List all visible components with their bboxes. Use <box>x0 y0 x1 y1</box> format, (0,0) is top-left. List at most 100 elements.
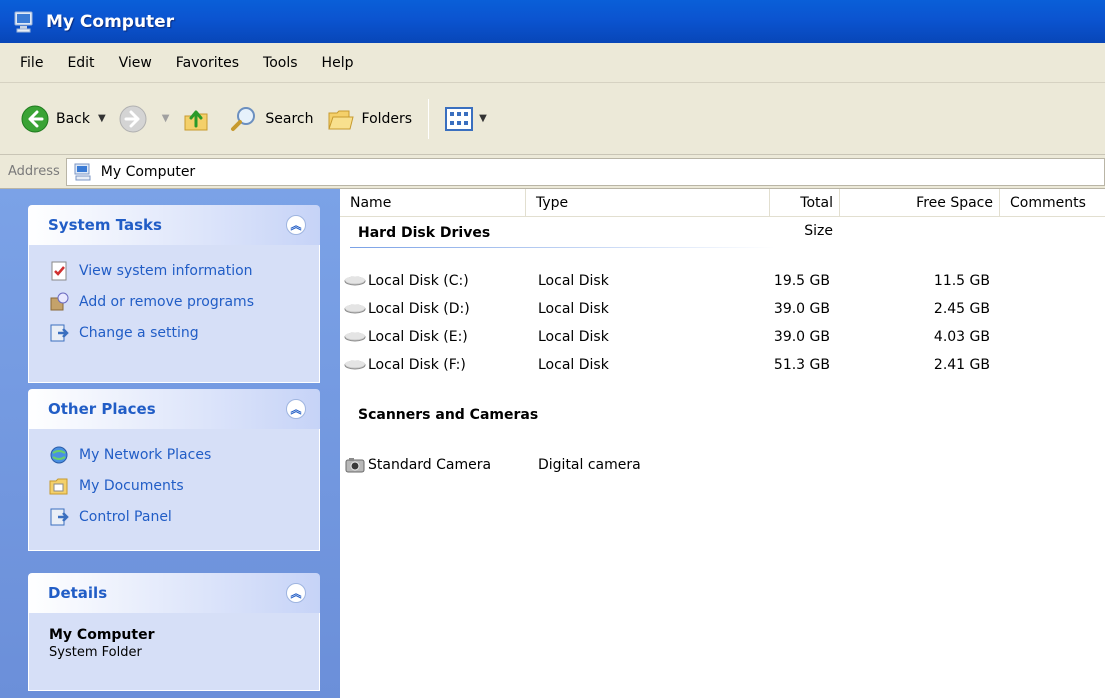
system-tasks-title: System Tasks <box>48 216 162 234</box>
drive-type: Local Disk <box>538 357 609 373</box>
menu-bar: File Edit View Favorites Tools Help <box>0 43 1105 83</box>
computer-icon <box>14 11 33 32</box>
hard-disk-icon <box>344 360 366 370</box>
address-label: Address <box>8 164 60 179</box>
menu-view[interactable]: View <box>107 55 164 71</box>
group-hard-disk-drives: Hard Disk Drives <box>358 225 491 241</box>
view-system-information-link[interactable]: View system information <box>49 255 307 286</box>
menu-help[interactable]: Help <box>310 55 366 71</box>
device-name: Standard Camera <box>368 457 492 473</box>
search-label: Search <box>265 110 314 127</box>
drive-total-size: 19.5 GB <box>773 273 830 289</box>
my-documents-icon <box>49 478 68 494</box>
drive-type: Local Disk <box>538 273 609 289</box>
views-dropdown-icon[interactable]: ▼ <box>479 113 487 124</box>
place-label: My Documents <box>79 477 184 494</box>
details-title: Details <box>48 584 108 602</box>
back-label: Back <box>56 110 90 127</box>
system-tasks-header[interactable]: System Tasks ︽ <box>28 205 320 245</box>
views-button[interactable]: ▼ <box>439 95 493 143</box>
task-label: Change a setting <box>79 324 199 341</box>
other-places-panel: Other Places ︽ My Network Places My Docu… <box>28 389 320 551</box>
group-scanners-and-cameras: Scanners and Cameras <box>358 407 539 423</box>
drive-total-size: 51.3 GB <box>773 357 830 373</box>
task-label: View system information <box>79 262 253 279</box>
details-item-kind: System Folder <box>49 645 142 660</box>
menu-file[interactable]: File <box>8 55 55 71</box>
search-icon <box>231 106 256 131</box>
forward-arrow-icon <box>119 105 147 132</box>
column-type[interactable]: Type <box>526 189 770 217</box>
drive-total-size: 39.0 GB <box>773 329 830 345</box>
computer-icon <box>74 163 91 180</box>
my-network-places-link[interactable]: My Network Places <box>49 439 307 470</box>
control-panel-icon <box>50 324 69 341</box>
menu-edit[interactable]: Edit <box>55 55 106 71</box>
folders-button[interactable]: Folders <box>320 95 419 143</box>
system-info-icon <box>51 261 67 280</box>
column-comments[interactable]: Comments <box>1000 189 1105 217</box>
group-divider <box>350 247 775 248</box>
window-title: My Computer <box>46 11 175 32</box>
menu-tools[interactable]: Tools <box>251 55 310 71</box>
drive-free-space: 11.5 GB <box>933 273 990 289</box>
search-button[interactable]: Search <box>223 95 319 143</box>
place-label: Control Panel <box>79 508 172 525</box>
task-label: Add or remove programs <box>79 293 254 310</box>
up-folder-icon <box>184 110 208 130</box>
address-field[interactable]: My Computer <box>65 157 1105 186</box>
folders-icon <box>327 110 354 129</box>
forward-button[interactable]: ▼ <box>112 95 176 143</box>
camera-icon <box>345 458 365 473</box>
other-places-header[interactable]: Other Places ︽ <box>28 389 320 429</box>
drive-row[interactable]: Local Disk (F:) Local Disk 51.3 GB 2.41 … <box>340 351 1105 379</box>
column-header: Name Type Total Size Free Space Comments <box>340 189 1105 239</box>
hard-disk-icon <box>344 276 366 286</box>
drive-free-space: 4.03 GB <box>933 329 990 345</box>
drive-total-size: 39.0 GB <box>773 301 830 317</box>
address-bar: Address My Computer <box>0 155 1105 189</box>
title-bar[interactable]: My Computer <box>0 0 1105 43</box>
place-label: My Network Places <box>79 446 212 463</box>
details-panel: Details ︽ My Computer System Folder <box>28 573 320 691</box>
drive-type: Local Disk <box>538 301 609 317</box>
drive-row[interactable]: Local Disk (C:) Local Disk 19.5 GB 11.5 … <box>340 267 1105 295</box>
other-places-title: Other Places <box>48 400 156 418</box>
device-row[interactable]: Standard Camera Digital camera <box>340 451 1105 479</box>
control-panel-icon <box>50 508 69 525</box>
column-free-space[interactable]: Free Space <box>840 189 1000 217</box>
toolbar-separator <box>428 98 430 139</box>
drive-name: Local Disk (C:) <box>368 273 469 289</box>
drive-row[interactable]: Local Disk (E:) Local Disk 39.0 GB 4.03 … <box>340 323 1105 351</box>
column-total-size[interactable]: Total Size <box>770 189 840 239</box>
hard-disk-icon <box>344 304 366 314</box>
change-setting-link[interactable]: Change a setting <box>49 317 307 348</box>
my-documents-link[interactable]: My Documents <box>49 470 307 501</box>
drive-type: Local Disk <box>538 329 609 345</box>
up-folder-button[interactable] <box>175 95 223 143</box>
collapse-icon[interactable]: ︽ <box>286 583 306 603</box>
drive-row[interactable]: Local Disk (D:) Local Disk 39.0 GB 2.45 … <box>340 295 1105 323</box>
drive-free-space: 2.41 GB <box>933 357 990 373</box>
folders-label: Folders <box>361 110 413 127</box>
details-header[interactable]: Details ︽ <box>28 573 320 613</box>
collapse-icon[interactable]: ︽ <box>286 399 306 419</box>
back-arrow-icon <box>21 105 49 132</box>
drive-name: Local Disk (E:) <box>368 329 468 345</box>
forward-dropdown-icon[interactable]: ▼ <box>162 113 170 124</box>
menu-favorites[interactable]: Favorites <box>164 55 251 71</box>
add-remove-programs-link[interactable]: Add or remove programs <box>49 286 307 317</box>
details-item-name: My Computer <box>49 627 155 643</box>
network-places-icon <box>50 446 68 463</box>
drive-free-space: 2.45 GB <box>933 301 990 317</box>
collapse-icon[interactable]: ︽ <box>286 215 306 235</box>
views-icon <box>445 106 474 131</box>
toolbar: Back ▼ ▼ Search Folders ▼ <box>0 83 1105 155</box>
back-dropdown-icon[interactable]: ▼ <box>98 113 106 124</box>
task-pane: System Tasks ︽ View system information A… <box>0 189 340 698</box>
control-panel-link[interactable]: Control Panel <box>49 501 307 532</box>
file-list-view: Name Type Total Size Free Space Comments… <box>340 189 1105 698</box>
column-name[interactable]: Name <box>340 189 526 217</box>
back-button[interactable]: Back ▼ <box>14 95 112 143</box>
add-remove-programs-icon <box>50 292 69 310</box>
